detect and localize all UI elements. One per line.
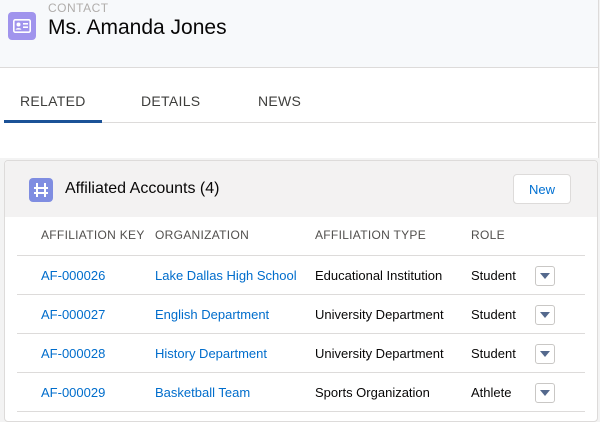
column-header-organization[interactable]: ORGANIZATION <box>155 228 249 242</box>
row-actions-dropdown[interactable] <box>535 305 555 325</box>
affiliation-key-link[interactable]: AF-000026 <box>41 268 105 283</box>
row-actions-dropdown[interactable] <box>535 344 555 364</box>
affiliation-key-link[interactable]: AF-000029 <box>41 385 105 400</box>
affiliations-icon <box>29 178 53 202</box>
affiliation-type-cell: Sports Organization <box>315 385 430 400</box>
tab-bar: RELATED DETAILS NEWS <box>4 86 596 123</box>
affiliation-type-cell: University Department <box>315 307 444 322</box>
affiliated-accounts-card: Affiliated Accounts (4) New AFFILIATION … <box>4 160 598 422</box>
new-button[interactable]: New <box>513 174 571 204</box>
contact-card-icon <box>8 12 36 40</box>
chevron-down-icon <box>540 351 550 357</box>
tab-details[interactable]: DETAILS <box>141 93 200 109</box>
affiliation-type-cell: University Department <box>315 346 444 361</box>
tab-news[interactable]: NEWS <box>258 93 301 109</box>
table-row: AF-000026 Lake Dallas High School Educat… <box>17 256 585 295</box>
chevron-down-icon <box>540 273 550 279</box>
tabs-area: RELATED DETAILS NEWS <box>0 68 599 158</box>
role-cell: Student <box>471 268 516 283</box>
chevron-down-icon <box>540 390 550 396</box>
table-row: AF-000027 English Department University … <box>17 295 585 334</box>
active-tab-indicator <box>4 120 102 123</box>
chevron-down-icon <box>540 312 550 318</box>
organization-link[interactable]: English Department <box>155 307 269 322</box>
role-cell: Student <box>471 307 516 322</box>
tab-related[interactable]: RELATED <box>20 93 86 109</box>
organization-link[interactable]: History Department <box>155 346 267 361</box>
organization-link[interactable]: Basketball Team <box>155 385 250 400</box>
table-row: AF-000029 Basketball Team Sports Organiz… <box>17 373 585 412</box>
column-header-role[interactable]: ROLE <box>471 228 505 242</box>
affiliation-type-cell: Educational Institution <box>315 268 443 283</box>
role-cell: Student <box>471 346 516 361</box>
role-cell: Athlete <box>471 385 512 400</box>
column-header-affiliation-key[interactable]: AFFILIATION KEY <box>41 228 145 242</box>
record-title: Ms. Amanda Jones <box>48 16 227 39</box>
table-row: AF-000028 History Department University … <box>17 334 585 373</box>
record-header: CONTACT Ms. Amanda Jones <box>0 0 599 68</box>
column-header-affiliation-type[interactable]: AFFILIATION TYPE <box>315 228 426 242</box>
affiliation-key-link[interactable]: AF-000027 <box>41 307 105 322</box>
organization-link[interactable]: Lake Dallas High School <box>155 268 297 283</box>
affiliation-key-link[interactable]: AF-000028 <box>41 346 105 361</box>
table-header: AFFILIATION KEY ORGANIZATION AFFILIATION… <box>17 217 585 256</box>
card-title[interactable]: Affiliated Accounts (4) <box>65 180 219 198</box>
row-actions-dropdown[interactable] <box>535 383 555 403</box>
row-actions-dropdown[interactable] <box>535 266 555 286</box>
object-type-label: CONTACT <box>48 1 109 15</box>
